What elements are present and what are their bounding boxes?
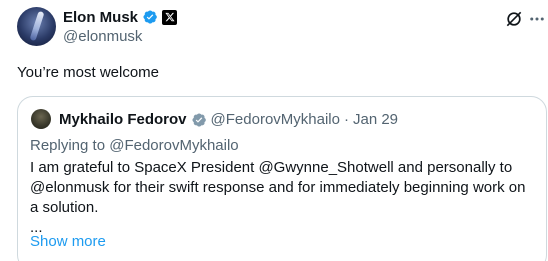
tweet: Elon Musk @elonmusk You’re most welcome … bbox=[0, 0, 548, 261]
separator-dot: · bbox=[343, 111, 349, 128]
verified-badge-icon bbox=[143, 10, 157, 24]
author-handle[interactable]: @elonmusk bbox=[63, 28, 142, 45]
quoted-author-handle[interactable]: @FedorovMykhailo bbox=[211, 111, 340, 128]
quoted-author-avatar[interactable] bbox=[31, 109, 51, 129]
quoted-text-ellipsis: ... bbox=[30, 219, 43, 236]
quoted-text: I am grateful to SpaceX President @Gwynn… bbox=[30, 158, 536, 238]
government-badge-icon bbox=[191, 112, 206, 127]
quoted-date[interactable]: Jan 29 bbox=[353, 111, 398, 128]
author-line: Elon Musk bbox=[63, 8, 178, 26]
show-more-link[interactable]: Show more bbox=[30, 233, 106, 250]
author-name[interactable]: Elon Musk bbox=[63, 9, 138, 26]
replying-to: Replying to @FedorovMykhailo bbox=[30, 137, 239, 154]
quoted-tweet[interactable]: Mykhailo Fedorov @FedorovMykhailo · Jan … bbox=[17, 96, 547, 261]
more-options-icon[interactable] bbox=[528, 10, 546, 28]
quoted-author-name[interactable]: Mykhailo Fedorov bbox=[59, 111, 187, 128]
quoted-header: Mykhailo Fedorov @FedorovMykhailo · Jan … bbox=[59, 111, 398, 128]
x-logo-icon[interactable] bbox=[162, 9, 178, 25]
author-avatar[interactable] bbox=[17, 7, 56, 46]
tweet-text: You’re most welcome bbox=[17, 64, 160, 81]
quoted-text-body: I am grateful to SpaceX President @Gwynn… bbox=[30, 159, 526, 216]
grok-icon[interactable] bbox=[504, 9, 524, 29]
